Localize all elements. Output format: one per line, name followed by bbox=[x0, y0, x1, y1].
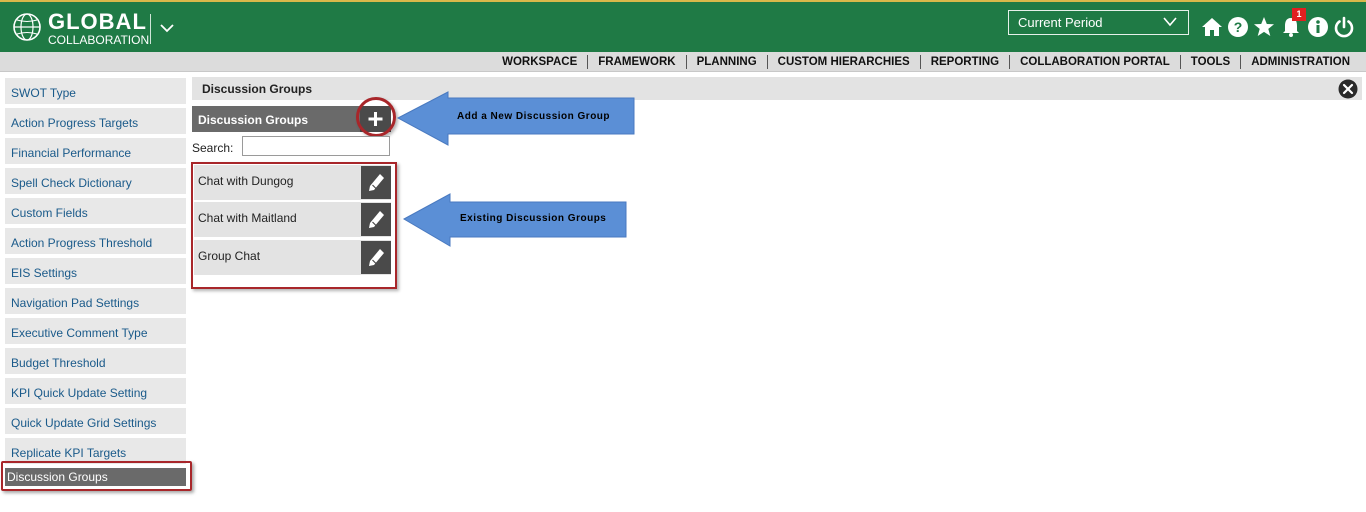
pencil-icon bbox=[369, 211, 384, 228]
group-name: Group Chat bbox=[198, 249, 261, 263]
nav-workspace[interactable]: WORKSPACE bbox=[492, 55, 587, 69]
nav-reporting[interactable]: REPORTING bbox=[919, 55, 1009, 69]
sidebar-item-budget-threshold[interactable]: Budget Threshold bbox=[5, 348, 186, 374]
nav-custom-hierarchies[interactable]: CUSTOM HIERARCHIES bbox=[766, 55, 920, 69]
add-callout-text: Add a New Discussion Group bbox=[457, 111, 611, 122]
group-row[interactable]: Group Chat bbox=[194, 240, 391, 275]
pencil-icon bbox=[369, 249, 384, 266]
sidebar-item-eis-settings[interactable]: EIS Settings bbox=[5, 258, 186, 284]
panel-title: Discussion Groups bbox=[202, 82, 313, 96]
star-icon[interactable] bbox=[1253, 16, 1275, 38]
svg-text:?: ? bbox=[1234, 19, 1243, 35]
discussion-groups-list-title: Discussion Groups bbox=[198, 113, 309, 127]
logo-divider bbox=[150, 14, 151, 44]
close-icon[interactable] bbox=[1338, 79, 1358, 99]
edit-group-button[interactable] bbox=[361, 241, 391, 274]
group-row[interactable]: Chat with Dungog bbox=[194, 165, 391, 200]
logo-title: GLOBAL bbox=[48, 9, 147, 34]
sidebar-item-navigation-pad-settings[interactable]: Navigation Pad Settings bbox=[5, 288, 186, 314]
sidebar-item-quick-update-grid-settings[interactable]: Quick Update Grid Settings bbox=[5, 408, 186, 434]
logo-subtitle: COLLABORATION bbox=[48, 33, 150, 47]
pencil-icon bbox=[369, 174, 384, 191]
sidebar-item-swot-type[interactable]: SWOT Type bbox=[5, 78, 186, 104]
home-icon[interactable] bbox=[1201, 16, 1223, 38]
existing-callout-text: Existing Discussion Groups bbox=[460, 213, 607, 224]
search-input[interactable] bbox=[242, 136, 390, 156]
edit-group-button[interactable] bbox=[361, 203, 391, 236]
power-icon[interactable] bbox=[1333, 16, 1355, 38]
globe-logo-icon bbox=[13, 13, 41, 41]
nav-administration[interactable]: ADMINISTRATION bbox=[1240, 55, 1360, 69]
top-bar: GLOBAL COLLABORATION Current Period ? 1 bbox=[0, 0, 1366, 52]
sidebar-item-action-progress-threshold[interactable]: Action Progress Threshold bbox=[5, 228, 186, 254]
panel-header: Discussion Groups bbox=[192, 77, 1362, 100]
help-icon[interactable]: ? bbox=[1227, 16, 1249, 38]
chevron-down-icon bbox=[1163, 17, 1177, 27]
sidebar-item-financial-performance[interactable]: Financial Performance bbox=[5, 138, 186, 164]
search-label: Search: bbox=[192, 141, 234, 155]
main-nav: WORKSPACE FRAMEWORK PLANNING CUSTOM HIER… bbox=[492, 52, 1360, 72]
edit-group-button[interactable] bbox=[361, 166, 391, 199]
nav-tools[interactable]: TOOLS bbox=[1179, 55, 1240, 69]
add-button-highlight-circle bbox=[356, 97, 396, 137]
main-nav-bar: WORKSPACE FRAMEWORK PLANNING CUSTOM HIER… bbox=[0, 52, 1366, 72]
notification-badge: 1 bbox=[1292, 8, 1306, 21]
sidebar-item-executive-comment-type[interactable]: Executive Comment Type bbox=[5, 318, 186, 344]
period-select-value: Current Period bbox=[1018, 15, 1103, 30]
sidebar-highlight-box bbox=[1, 461, 192, 491]
group-name: Chat with Maitland bbox=[198, 211, 297, 225]
nav-planning[interactable]: PLANNING bbox=[685, 55, 767, 69]
sidebar-item-spell-check-dictionary[interactable]: Spell Check Dictionary bbox=[5, 168, 186, 194]
nav-collaboration-portal[interactable]: COLLABORATION PORTAL bbox=[1009, 55, 1180, 69]
info-icon[interactable] bbox=[1307, 16, 1329, 38]
group-row[interactable]: Chat with Maitland bbox=[194, 202, 391, 237]
group-name: Chat with Dungog bbox=[198, 174, 294, 188]
period-select[interactable]: Current Period bbox=[1008, 10, 1189, 35]
sidebar-item-kpi-quick-update-setting[interactable]: KPI Quick Update Setting bbox=[5, 378, 186, 404]
nav-framework[interactable]: FRAMEWORK bbox=[587, 55, 685, 69]
sidebar-item-custom-fields[interactable]: Custom Fields bbox=[5, 198, 186, 224]
chevron-down-icon[interactable] bbox=[158, 18, 176, 38]
sidebar: SWOT Type Action Progress Targets Financ… bbox=[5, 78, 186, 490]
sidebar-item-action-progress-targets[interactable]: Action Progress Targets bbox=[5, 108, 186, 134]
